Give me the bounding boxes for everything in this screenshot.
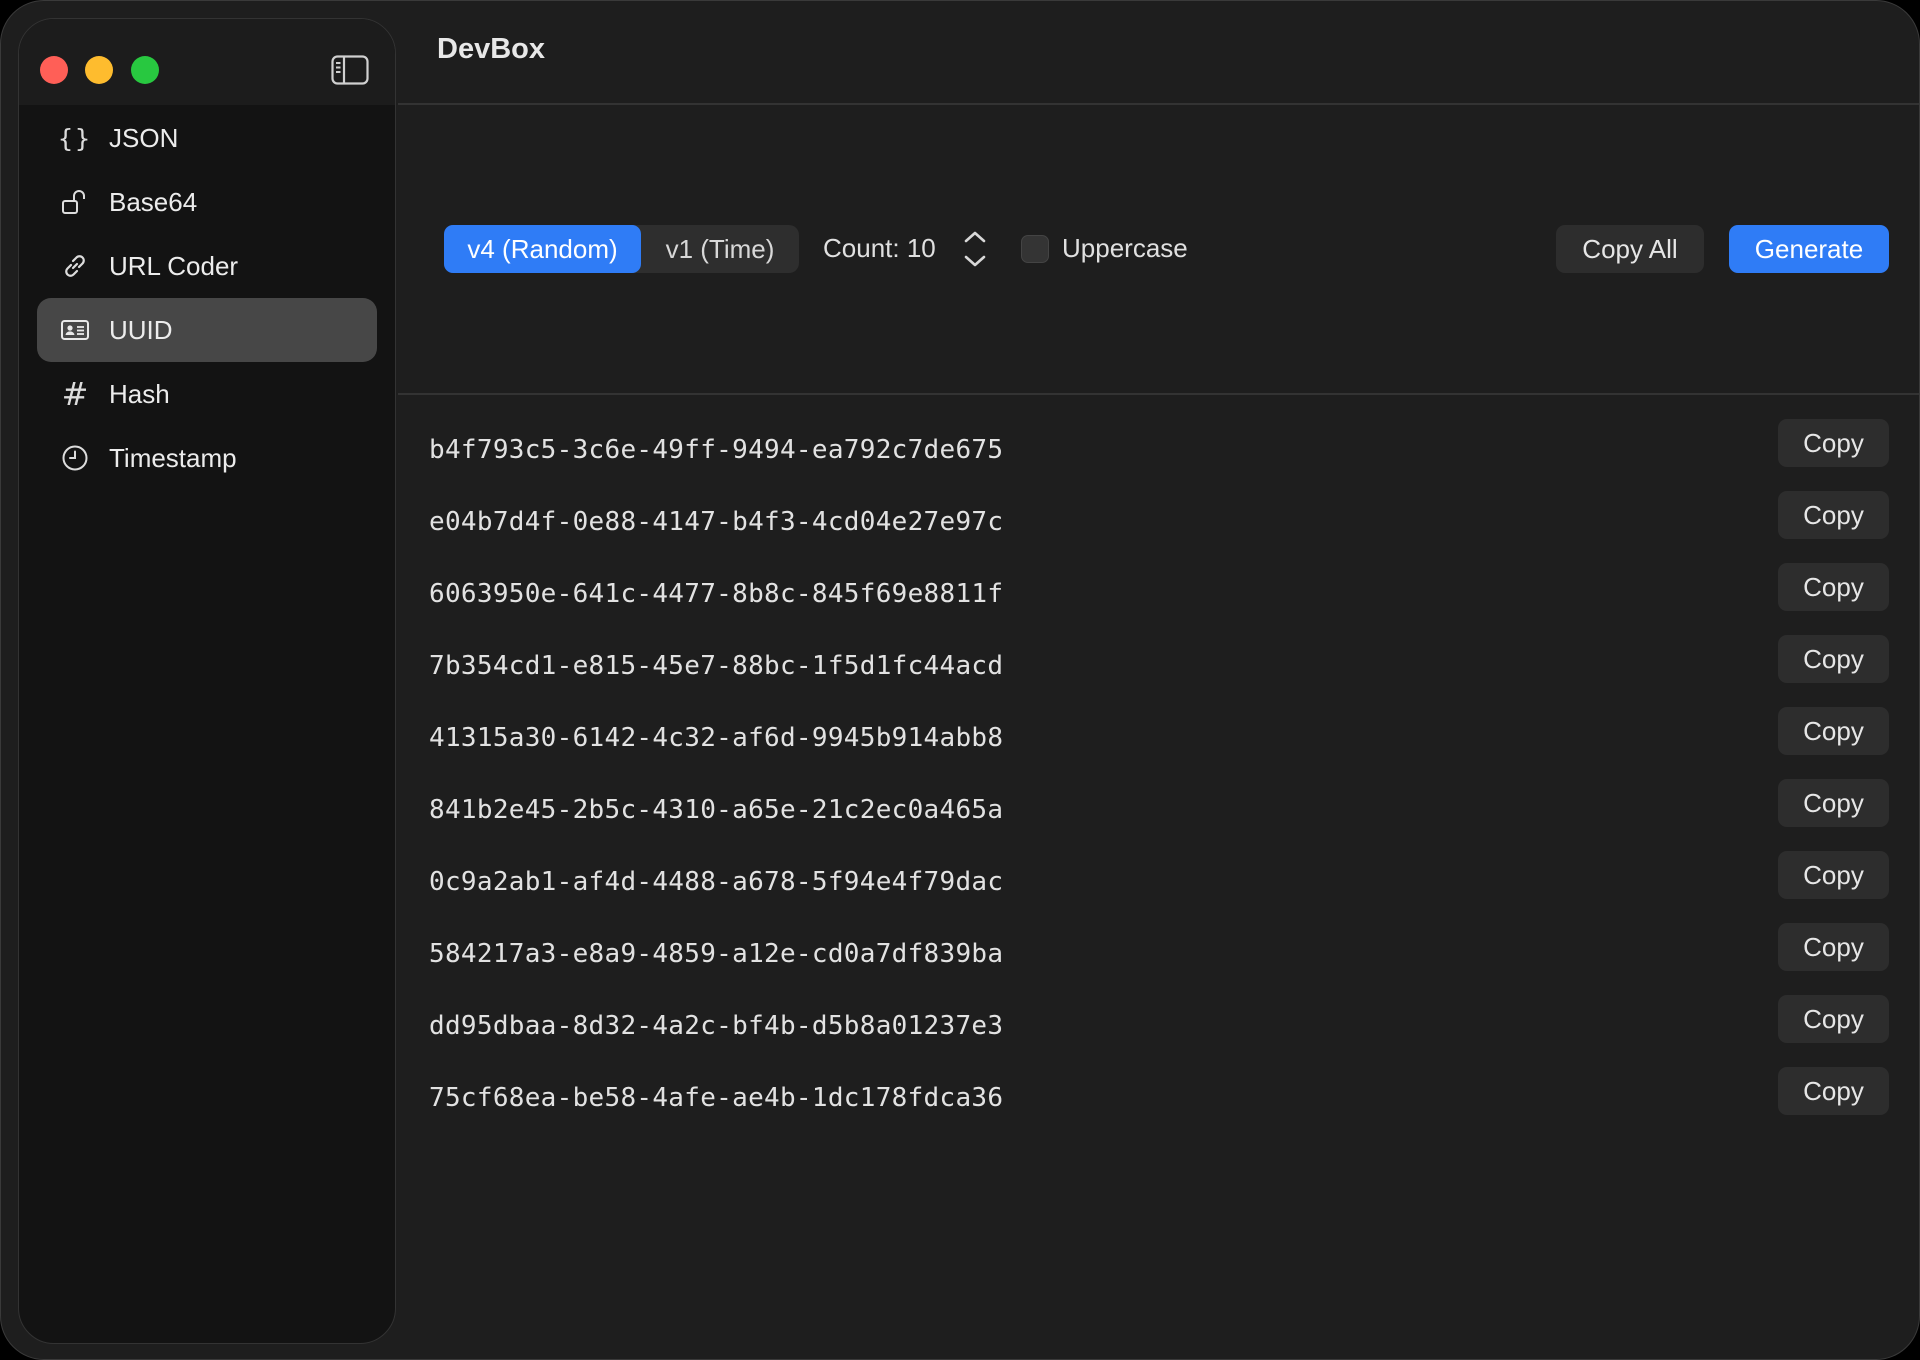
page-title: DevBox — [437, 33, 545, 65]
sidebar-titlebar — [19, 19, 395, 105]
sidebar-nav: {} JSON Base64 URL Coder UUID # Hash Tim… — [37, 106, 377, 490]
uuid-value: 0c9a2ab1-af4d-4488-a678-5f94e4f79dac — [429, 867, 1004, 897]
sidebar-item-label: Hash — [109, 378, 170, 409]
uuid-row: 75cf68ea-be58-4afe-ae4b-1dc178fdca36 Copy — [398, 1065, 1919, 1137]
sidebar-item-label: Timestamp — [109, 442, 237, 473]
sidebar: {} JSON Base64 URL Coder UUID # Hash Tim… — [18, 18, 396, 1344]
sidebar-toggle-icon[interactable] — [331, 55, 369, 85]
copy-button[interactable]: Copy — [1778, 851, 1889, 899]
sidebar-item-base64[interactable]: Base64 — [37, 170, 377, 234]
sidebar-item-label: Base64 — [109, 186, 198, 217]
close-window-button[interactable] — [40, 56, 68, 84]
sidebar-item-uuid[interactable]: UUID — [37, 298, 377, 362]
copy-button[interactable]: Copy — [1778, 491, 1889, 539]
clock-icon — [57, 440, 93, 476]
uuid-row: 6063950e-641c-4477-8b8c-845f69e8811f Copy — [398, 561, 1919, 633]
id-card-icon — [57, 312, 93, 348]
uppercase-label: Uppercase — [1062, 233, 1188, 263]
copy-button[interactable]: Copy — [1778, 995, 1889, 1043]
minimize-window-button[interactable] — [85, 56, 113, 84]
version-segmented-control: v4 (Random) v1 (Time) — [444, 225, 799, 273]
copy-button[interactable]: Copy — [1778, 419, 1889, 467]
braces-icon: {} — [57, 123, 93, 153]
uuid-row: dd95dbaa-8d32-4a2c-bf4b-d5b8a01237e3 Copy — [398, 993, 1919, 1065]
copy-button[interactable]: Copy — [1778, 707, 1889, 755]
chevron-down-icon[interactable] — [955, 249, 995, 274]
uuid-row: e04b7d4f-0e88-4147-b4f3-4cd04e27e97c Copy — [398, 489, 1919, 561]
uuid-value: 41315a30-6142-4c32-af6d-9945b914abb8 — [429, 723, 1004, 753]
copy-button[interactable]: Copy — [1778, 923, 1889, 971]
zoom-window-button[interactable] — [131, 56, 159, 84]
uuid-value: 841b2e45-2b5c-4310-a65e-21c2ec0a465a — [429, 795, 1004, 825]
copy-button[interactable]: Copy — [1778, 563, 1889, 611]
uuid-row: b4f793c5-3c6e-49ff-9494-ea792c7de675 Copy — [398, 417, 1919, 489]
copy-button[interactable]: Copy — [1778, 779, 1889, 827]
sidebar-item-json[interactable]: {} JSON — [37, 106, 377, 170]
uuid-list: b4f793c5-3c6e-49ff-9494-ea792c7de675 Copy… — [398, 417, 1919, 1137]
copy-button[interactable]: Copy — [1778, 1067, 1889, 1115]
uuid-value: b4f793c5-3c6e-49ff-9494-ea792c7de675 — [429, 435, 1004, 465]
sidebar-item-label: UUID — [109, 314, 173, 345]
chevron-up-icon[interactable] — [955, 224, 995, 249]
sidebar-item-label: JSON — [109, 122, 179, 153]
uuid-row: 841b2e45-2b5c-4310-a65e-21c2ec0a465a Copy — [398, 777, 1919, 849]
copy-button[interactable]: Copy — [1778, 635, 1889, 683]
uuid-row: 41315a30-6142-4c32-af6d-9945b914abb8 Copy — [398, 705, 1919, 777]
count-stepper[interactable] — [955, 224, 995, 274]
uuid-value: e04b7d4f-0e88-4147-b4f3-4cd04e27e97c — [429, 507, 1004, 537]
uuid-value: 7b354cd1-e815-45e7-88bc-1f5d1fc44acd — [429, 651, 1004, 681]
count-label: Count: 10 — [823, 233, 936, 263]
uuid-row: 7b354cd1-e815-45e7-88bc-1f5d1fc44acd Copy — [398, 633, 1919, 705]
segment-v4-random[interactable]: v4 (Random) — [444, 225, 641, 273]
generate-button[interactable]: Generate — [1729, 225, 1889, 273]
uuid-row: 0c9a2ab1-af4d-4488-a678-5f94e4f79dac Copy — [398, 849, 1919, 921]
uuid-value: dd95dbaa-8d32-4a2c-bf4b-d5b8a01237e3 — [429, 1011, 1004, 1041]
sidebar-item-url-coder[interactable]: URL Coder — [37, 234, 377, 298]
sidebar-item-timestamp[interactable]: Timestamp — [37, 426, 377, 490]
uuid-value: 584217a3-e8a9-4859-a12e-cd0a7df839ba — [429, 939, 1004, 969]
toolbar-divider — [398, 393, 1919, 395]
uuid-value: 6063950e-641c-4477-8b8c-845f69e8811f — [429, 579, 1004, 609]
uuid-value: 75cf68ea-be58-4afe-ae4b-1dc178fdca36 — [429, 1083, 1004, 1113]
app-window: {} JSON Base64 URL Coder UUID # Hash Tim… — [0, 0, 1920, 1360]
sidebar-item-label: URL Coder — [109, 250, 239, 281]
title-divider — [398, 103, 1919, 105]
unlock-icon — [57, 184, 93, 220]
uppercase-checkbox[interactable] — [1021, 235, 1049, 263]
link-icon — [57, 248, 93, 284]
hash-icon: # — [61, 375, 89, 413]
sidebar-item-hash[interactable]: # Hash — [37, 362, 377, 426]
segment-v1-time[interactable]: v1 (Time) — [641, 225, 799, 273]
uuid-row: 584217a3-e8a9-4859-a12e-cd0a7df839ba Copy — [398, 921, 1919, 993]
copy-all-button[interactable]: Copy All — [1556, 225, 1704, 273]
